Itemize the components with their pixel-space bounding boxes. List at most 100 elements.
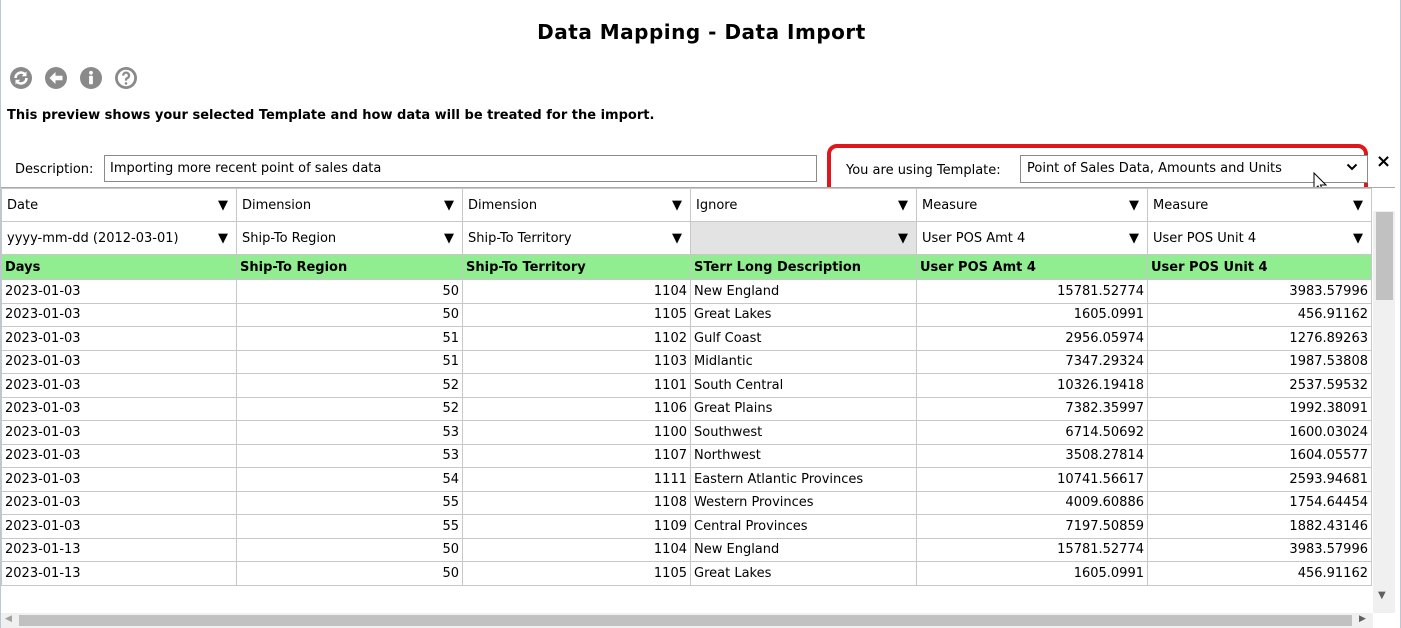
dropdown-value: Ignore <box>696 197 738 213</box>
column-type-row: Date ▼ Dimension ▼ Dimension ▼ Ignore ▼ Measure ▼… <box>1 188 1372 222</box>
table-cell: Midlantic <box>690 349 917 374</box>
back-icon[interactable] <box>44 66 68 90</box>
table-cell: 1105 <box>462 302 691 327</box>
table-cell: 2023-01-13 <box>1 537 237 562</box>
dropdown-arrow-icon: ▼ <box>218 198 228 213</box>
column-mapping-row-dropdown-0[interactable]: yyyy-mm-dd (2012-03-01) ▼ <box>1 221 237 255</box>
table-cell: Southwest <box>690 420 917 445</box>
table-cell: 1106 <box>462 396 691 421</box>
table-cell: 7382.35997 <box>916 396 1148 421</box>
table-cell: 15781.52774 <box>916 279 1148 304</box>
info-icon[interactable] <box>79 66 103 90</box>
column-type-row-dropdown-2[interactable]: Dimension ▼ <box>462 188 691 222</box>
table-cell: Northwest <box>690 443 917 468</box>
dropdown-value: Ship-To Territory <box>468 230 572 246</box>
column-type-row-dropdown-3[interactable]: Ignore ▼ <box>690 188 917 222</box>
table-cell: 54 <box>236 467 463 492</box>
data-grid: Date ▼ Dimension ▼ Dimension ▼ Ignore ▼ Measure ▼… <box>1 187 1395 613</box>
table-cell: 2593.94681 <box>1147 467 1372 492</box>
column-type-row-dropdown-1[interactable]: Dimension ▼ <box>236 188 463 222</box>
table-cell: 50 <box>236 302 463 327</box>
column-header: User POS Amt 4 <box>916 254 1148 280</box>
dropdown-value: yyyy-mm-dd (2012-03-01) <box>7 230 179 246</box>
table-row: 2023-01-03 55 1108 Western Provinces 4009.60… <box>1 490 1372 515</box>
refresh-icon[interactable] <box>9 66 33 90</box>
table-row: 2023-01-03 50 1105 Great Lakes 1605.0991 456.… <box>1 302 1372 327</box>
table-cell: 50 <box>236 561 463 586</box>
column-mapping-row-dropdown-1[interactable]: Ship-To Region ▼ <box>236 221 463 255</box>
table-row: 2023-01-03 52 1106 Great Plains 7382.35997 19… <box>1 396 1372 421</box>
header-row: Days Ship-To Region Ship-To Territory STerr… <box>1 254 1372 280</box>
column-type-row-dropdown-5[interactable]: Measure ▼ <box>1147 188 1372 222</box>
table-cell: 1605.0991 <box>916 302 1148 327</box>
table-cell: 1109 <box>462 514 691 539</box>
column-mapping-row-dropdown-3[interactable]: ▼ <box>690 221 917 255</box>
table-cell: 2956.05974 <box>916 326 1148 351</box>
table-cell: 2023-01-03 <box>1 490 237 515</box>
preview-note: This preview shows your selected Templat… <box>7 108 655 123</box>
horizontal-scroll-thumb[interactable] <box>19 615 1352 626</box>
table-row: 2023-01-03 51 1103 Midlantic 7347.29324 1987.… <box>1 349 1372 374</box>
description-input[interactable] <box>104 155 817 182</box>
table-cell: 2023-01-03 <box>1 443 237 468</box>
table-cell: 1105 <box>462 561 691 586</box>
template-selected-value: Point of Sales Data, Amounts and Units <box>1027 161 1282 176</box>
dropdown-value: Dimension <box>242 197 312 213</box>
vertical-scroll-thumb[interactable] <box>1376 212 1393 300</box>
dropdown-value: User POS Amt 4 <box>922 230 1026 246</box>
table-cell: 1992.38091 <box>1147 396 1372 421</box>
column-header: STerr Long Description <box>690 254 917 280</box>
table-cell: Great Plains <box>690 396 917 421</box>
table-cell: 3983.57996 <box>1147 537 1372 562</box>
table-cell: 2023-01-03 <box>1 349 237 374</box>
table-row: 2023-01-03 54 1111 Eastern Atlantic Provinc… <box>1 467 1372 492</box>
table-cell: 15781.52774 <box>916 537 1148 562</box>
scroll-down-arrow-icon[interactable]: ▼ <box>1378 590 1386 601</box>
table-cell: 7197.50859 <box>916 514 1148 539</box>
column-type-row-dropdown-0[interactable]: Date ▼ <box>1 188 237 222</box>
table-cell: Gulf Coast <box>690 326 917 351</box>
table-cell: 52 <box>236 373 463 398</box>
column-mapping-row-dropdown-2[interactable]: Ship-To Territory ▼ <box>462 221 691 255</box>
table-cell: 1103 <box>462 349 691 374</box>
table-row: 2023-01-03 55 1109 Central Provinces 7197.50… <box>1 514 1372 539</box>
table-cell: 1102 <box>462 326 691 351</box>
table-row: 2023-01-13 50 1104 New England 15781.52774 39… <box>1 537 1372 562</box>
table-cell: 2023-01-03 <box>1 396 237 421</box>
table-cell: Central Provinces <box>690 514 917 539</box>
dropdown-arrow-icon: ▼ <box>1353 198 1363 213</box>
table-cell: 52 <box>236 396 463 421</box>
column-header: Days <box>1 254 237 280</box>
table-cell: Great Lakes <box>690 302 917 327</box>
table-cell: 51 <box>236 326 463 351</box>
table-cell: 4009.60886 <box>916 490 1148 515</box>
column-type-row-dropdown-4[interactable]: Measure ▼ <box>916 188 1148 222</box>
table-row: 2023-01-03 53 1107 Northwest 3508.27814 1604.… <box>1 443 1372 468</box>
table-row: 2023-01-03 52 1101 South Central 10326.19418… <box>1 373 1372 398</box>
close-icon[interactable]: × <box>1376 151 1391 172</box>
table-cell: Great Lakes <box>690 561 917 586</box>
dropdown-value: Ship-To Region <box>242 230 337 246</box>
table-cell: 1604.05577 <box>1147 443 1372 468</box>
table-cell: South Central <box>690 373 917 398</box>
table-cell: 3983.57996 <box>1147 279 1372 304</box>
table-cell: 1108 <box>462 490 691 515</box>
dropdown-arrow-icon: ▼ <box>898 198 908 213</box>
column-header: Ship-To Region <box>236 254 463 280</box>
column-mapping-row-dropdown-5[interactable]: User POS Unit 4 ▼ <box>1147 221 1372 255</box>
help-icon[interactable] <box>114 66 138 90</box>
table-cell: 7347.29324 <box>916 349 1148 374</box>
table-cell: 456.91162 <box>1147 302 1372 327</box>
table-cell: 2023-01-03 <box>1 326 237 351</box>
column-header: Ship-To Territory <box>462 254 691 280</box>
scroll-right-arrow-icon[interactable]: ▶ <box>1359 614 1366 624</box>
dropdown-value: User POS Unit 4 <box>1153 230 1257 246</box>
scroll-left-arrow-icon[interactable]: ◀ <box>5 614 12 624</box>
table-cell: Western Provinces <box>690 490 917 515</box>
table-cell: 1104 <box>462 537 691 562</box>
table-cell: 2023-01-13 <box>1 561 237 586</box>
table-cell: 456.91162 <box>1147 561 1372 586</box>
column-mapping-row-dropdown-4[interactable]: User POS Amt 4 ▼ <box>916 221 1148 255</box>
preview-table: Date ▼ Dimension ▼ Dimension ▼ Ignore ▼ Measure ▼… <box>1 188 1372 586</box>
dropdown-arrow-icon: ▼ <box>672 198 682 213</box>
